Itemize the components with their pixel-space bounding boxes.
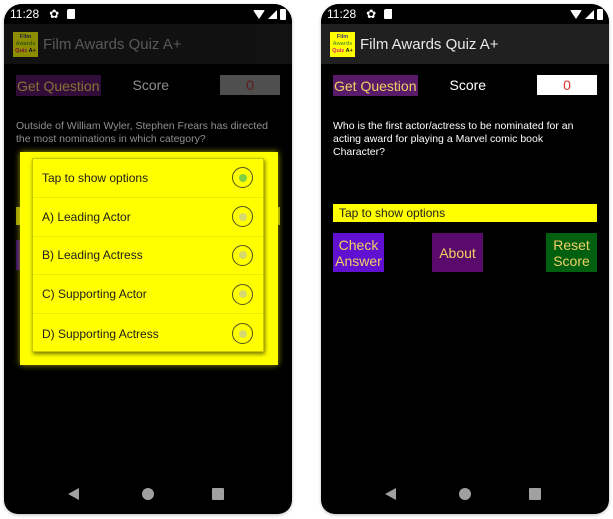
- logo-line-2: Awards: [15, 40, 36, 47]
- option-item[interactable]: Tap to show options: [33, 159, 263, 198]
- wifi-icon: [570, 9, 582, 19]
- home-icon[interactable]: [459, 488, 471, 500]
- radio-icon[interactable]: [232, 283, 253, 305]
- option-label: Tap to show options: [42, 170, 149, 185]
- top-row: Get Question Score 0: [333, 74, 597, 96]
- score-value: 0: [220, 75, 280, 95]
- battery-icon: [597, 8, 603, 20]
- score-label: Score: [132, 77, 170, 93]
- app-logo: Film Awards Quiz A+: [13, 31, 38, 57]
- logo-aplus: A+: [28, 47, 36, 54]
- button-row: Check Answer About Reset Score: [333, 233, 597, 273]
- back-icon[interactable]: [68, 488, 79, 500]
- logo-quiz: Quiz: [332, 47, 345, 54]
- phone-screen-left: 11:28 ✿ Film Awards Quiz A+ Film Awards …: [4, 4, 292, 514]
- about-button[interactable]: About: [432, 233, 483, 272]
- logo-line-1: Film: [19, 33, 32, 40]
- battery-icon: [280, 8, 286, 20]
- option-label: D) Supporting Actress: [42, 326, 159, 341]
- options-dropdown: Tap to show options A) Leading Actor B) …: [32, 158, 264, 352]
- option-item[interactable]: A) Leading Actor: [33, 198, 263, 237]
- option-item[interactable]: B) Leading Actress: [33, 237, 263, 276]
- signal-icon: [268, 9, 277, 19]
- options-spinner[interactable]: Tap to show options: [333, 204, 597, 222]
- score-label: Score: [449, 77, 487, 93]
- logo-aplus: A+: [345, 47, 353, 54]
- option-label: A) Leading Actor: [42, 209, 131, 224]
- phone-screen-right: 11:28 ✿ Film Awards Quiz A+ Film Awards …: [321, 4, 609, 514]
- check-answer-button[interactable]: Check Answer: [333, 233, 384, 272]
- top-row: Get Question Score 0: [16, 74, 280, 96]
- back-icon[interactable]: [385, 488, 396, 500]
- signal-icon: [585, 9, 594, 19]
- status-bar: 11:28 ✿: [4, 4, 292, 24]
- reset-score-button[interactable]: Reset Score: [546, 233, 597, 272]
- sd-card-icon: [384, 9, 393, 19]
- option-item[interactable]: C) Supporting Actor: [33, 275, 263, 315]
- sd-card-icon: [67, 9, 76, 19]
- status-time: 11:28: [10, 7, 40, 21]
- app-bar: Film Awards Quiz A+ Film Awards Quiz A+: [4, 24, 292, 64]
- gear-icon: ✿: [366, 7, 377, 21]
- get-question-button[interactable]: Get Question: [16, 74, 101, 96]
- radio-icon[interactable]: [232, 206, 253, 228]
- option-label: C) Supporting Actor: [42, 287, 147, 302]
- radio-icon[interactable]: [232, 244, 253, 266]
- radio-selected-icon[interactable]: [232, 167, 253, 189]
- app-title: Film Awards Quiz A+: [360, 35, 499, 53]
- logo-line-3: Quiz A+: [332, 48, 353, 55]
- recents-icon[interactable]: [212, 488, 224, 500]
- status-bar: 11:28 ✿: [321, 4, 609, 24]
- status-time: 11:28: [327, 7, 357, 21]
- option-item[interactable]: D) Supporting Actress: [33, 314, 263, 353]
- recents-icon[interactable]: [529, 488, 541, 500]
- gear-icon: ✿: [49, 7, 60, 21]
- logo-line-3: Quiz A+: [15, 48, 36, 55]
- question-text: Outside of William Wyler, Stephen Frears…: [16, 120, 269, 145]
- wifi-icon: [253, 9, 265, 19]
- option-label: B) Leading Actress: [42, 248, 143, 263]
- nav-bar: [321, 486, 609, 502]
- home-icon[interactable]: [142, 488, 154, 500]
- logo-line-2: Awards: [332, 40, 353, 47]
- logo-line-1: Film: [336, 33, 349, 40]
- app-title: Film Awards Quiz A+: [43, 35, 182, 53]
- radio-icon[interactable]: [232, 323, 253, 345]
- get-question-button[interactable]: Get Question: [333, 74, 418, 96]
- app-bar: Film Awards Quiz A+ Film Awards Quiz A+: [321, 24, 609, 64]
- app-logo: Film Awards Quiz A+: [330, 31, 355, 57]
- question-text: Who is the first actor/actress to be nom…: [333, 120, 574, 158]
- score-value: 0: [537, 75, 597, 95]
- nav-bar: [4, 486, 292, 502]
- logo-quiz: Quiz: [15, 47, 28, 54]
